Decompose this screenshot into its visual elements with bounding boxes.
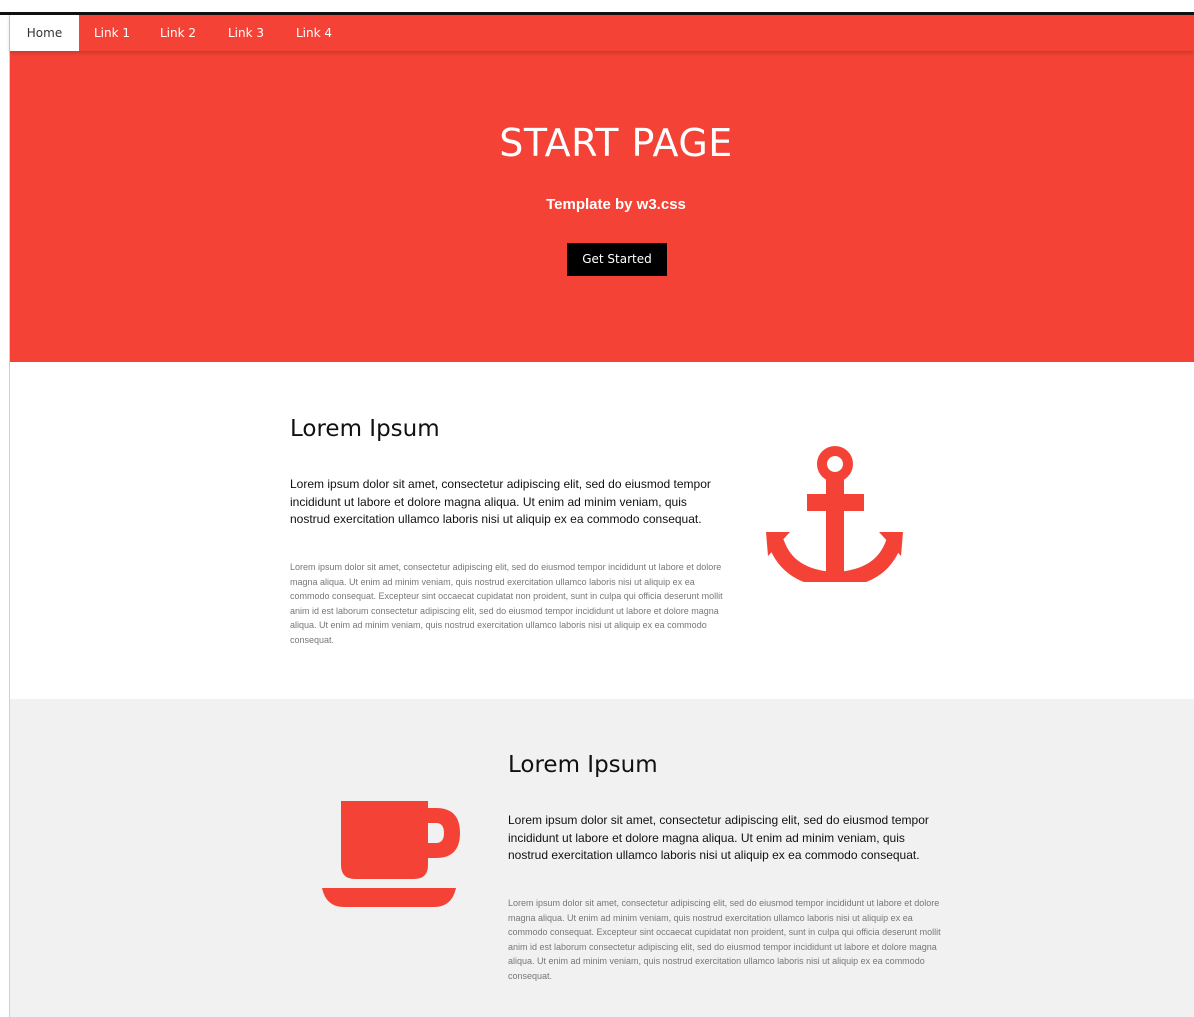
section-1-heading: Lorem Ipsum [290, 416, 440, 442]
section-2-body-text: Lorem ipsum dolor sit amet, consectetur … [508, 898, 941, 981]
nav-link-3[interactable]: Link 3 [211, 15, 281, 51]
nav-link-4[interactable]: Link 4 [281, 15, 347, 51]
anchor-icon [766, 446, 906, 589]
section-2-lead-text: Lorem ipsum dolor sit amet, consectetur … [508, 813, 929, 862]
top-navbar: Home Link 1 Link 2 Link 3 Link 4 [10, 15, 1194, 51]
hero-subtitle: Template by w3.css [546, 196, 686, 213]
hero-title: START PAGE [499, 121, 733, 165]
nav-link-home[interactable]: Home [10, 15, 79, 51]
hero-header: START PAGE Template by w3.css Get Starte… [10, 51, 1194, 362]
nav-link-2[interactable]: Link 2 [145, 15, 211, 51]
coffee-cup-icon [320, 801, 462, 909]
section-2-heading: Lorem Ipsum [508, 752, 658, 778]
section-1-lead-text: Lorem ipsum dolor sit amet, consectetur … [290, 477, 711, 526]
page: Home Link 1 Link 2 Link 3 Link 4 START P… [0, 0, 1194, 1017]
section-1-body-text: Lorem ipsum dolor sit amet, consectetur … [290, 562, 723, 645]
browser-top-border [0, 0, 1194, 15]
get-started-button[interactable]: Get Started [567, 243, 667, 276]
content-section-1: Lorem Ipsum Lorem ipsum dolor sit amet, … [10, 362, 1194, 699]
nav-link-1[interactable]: Link 1 [79, 15, 145, 51]
content-section-2: Lorem Ipsum Lorem ipsum dolor sit amet, … [10, 699, 1194, 1017]
